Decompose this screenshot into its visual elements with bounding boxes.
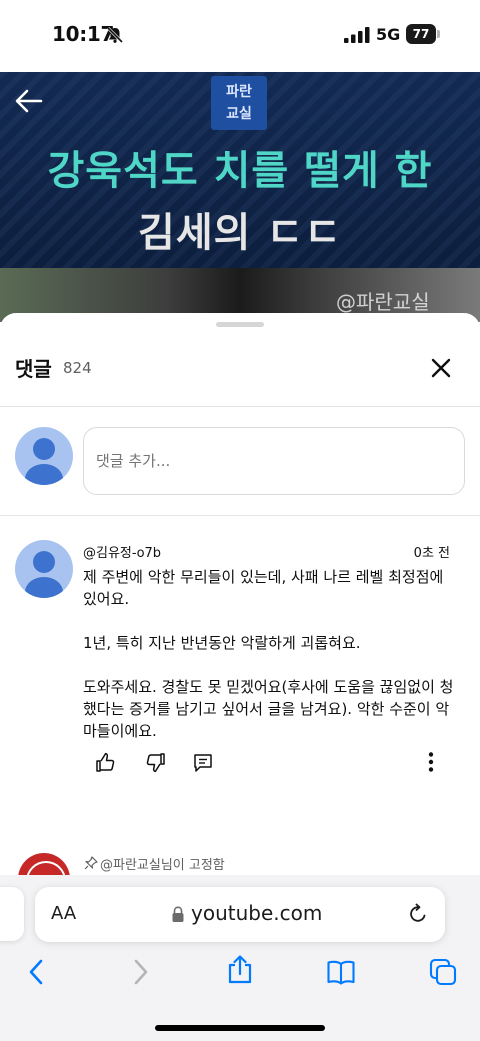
bookmarks-icon[interactable] bbox=[326, 957, 356, 987]
comment-paragraph-3: 도와주세요. 경찰도 못 믿겠어요(후사에 도움을 끊임없이 청했다는 증거를 … bbox=[83, 678, 454, 740]
cellular-signal-icon bbox=[344, 27, 370, 43]
more-options-icon[interactable] bbox=[420, 751, 442, 773]
close-icon[interactable] bbox=[428, 355, 454, 381]
bell-muted-icon bbox=[106, 26, 124, 44]
tabs-icon[interactable] bbox=[428, 957, 458, 987]
back-icon[interactable] bbox=[22, 957, 52, 987]
drag-handle[interactable] bbox=[216, 322, 264, 327]
battery-tip bbox=[437, 30, 440, 38]
comment-author-avatar[interactable] bbox=[15, 540, 73, 598]
status-time: 10:17 bbox=[52, 22, 115, 46]
comments-title: 댓글 bbox=[15, 357, 52, 381]
add-comment-input[interactable] bbox=[83, 427, 465, 495]
comment-author[interactable]: @김유정-o7b bbox=[83, 542, 161, 561]
reload-icon[interactable] bbox=[407, 903, 429, 925]
address-bar[interactable]: AA youtube.com bbox=[35, 887, 445, 942]
badge-line-1: 파란 bbox=[226, 84, 252, 100]
browser-toolbar: AA youtube.com bbox=[0, 875, 480, 1041]
share-icon[interactable] bbox=[225, 955, 255, 985]
forward-icon[interactable] bbox=[125, 957, 155, 987]
like-icon[interactable] bbox=[94, 751, 116, 773]
dislike-icon[interactable] bbox=[145, 752, 167, 774]
video-title-line-2: 김세의 ㄷㄷ bbox=[138, 210, 342, 256]
video-player[interactable]: 파란 교실 강욱석도 치를 떨게 한 김세의 ㄷㄷ @파란교실 bbox=[0, 72, 480, 322]
comments-count: 824 bbox=[63, 359, 92, 377]
reply-icon[interactable] bbox=[192, 752, 214, 774]
home-indicator bbox=[155, 1025, 325, 1031]
user-avatar bbox=[15, 427, 73, 485]
video-watermark: @파란교실 bbox=[336, 290, 430, 314]
pinned-label: @파란교실님이 고정함 bbox=[100, 858, 225, 873]
comment-paragraph-2: 1년, 특히 지난 반년동안 악랄하게 괴롭혀요. bbox=[83, 634, 361, 652]
comment-paragraph-1: 제 주변에 악한 무리들이 있는데, 사패 나르 레벨 최정점에 있어요. bbox=[83, 568, 444, 608]
back-arrow-icon[interactable] bbox=[14, 88, 44, 114]
comments-panel: 댓글 824 @김유정-o7b 0초 전 제 주변에 악한 무리들이 있는데, … bbox=[0, 313, 480, 883]
comment-time: 0초 전 bbox=[413, 546, 450, 561]
text-size-button[interactable]: AA bbox=[51, 903, 76, 924]
badge-line-2: 교실 bbox=[226, 106, 252, 122]
battery-icon: 77 bbox=[406, 24, 436, 44]
comment-text: 제 주변에 악한 무리들이 있는데, 사패 나르 레벨 최정점에 있어요. 1년… bbox=[83, 566, 458, 742]
previous-tab-preview[interactable] bbox=[0, 887, 24, 941]
channel-badge: 파란 교실 bbox=[211, 76, 267, 130]
network-type: 5G bbox=[376, 25, 401, 44]
header-divider bbox=[0, 406, 480, 407]
video-title-line-1: 강욱석도 치를 떨게 한 bbox=[47, 148, 433, 194]
input-divider bbox=[0, 515, 480, 516]
status-bar: 10:17 5G 77 bbox=[0, 0, 480, 72]
url-text[interactable]: youtube.com bbox=[191, 901, 322, 925]
lock-icon bbox=[172, 906, 184, 922]
pin-icon bbox=[84, 856, 98, 870]
